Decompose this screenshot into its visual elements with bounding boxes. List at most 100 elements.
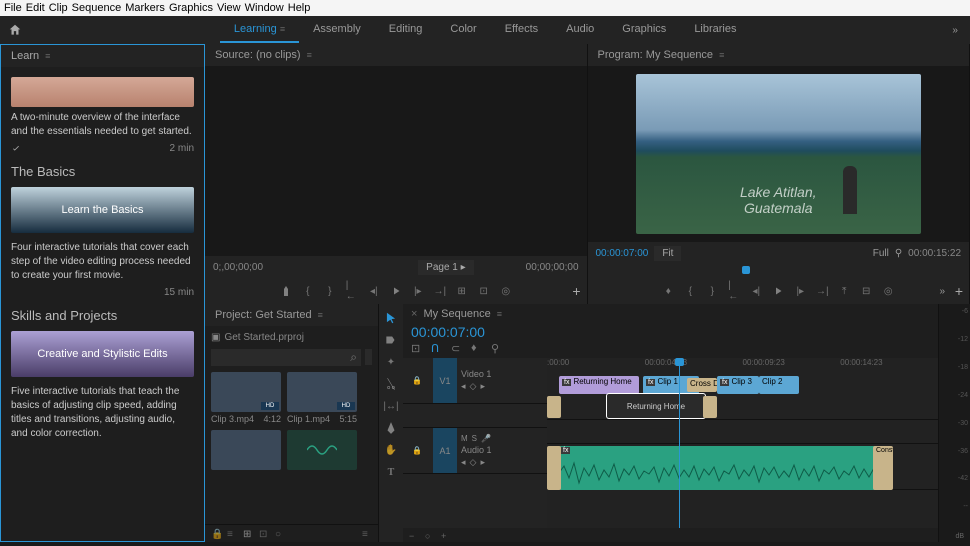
timeline-timecode[interactable]: 00:00:07:00 (403, 324, 938, 340)
nest-icon[interactable]: ⊡ (411, 342, 425, 356)
panel-menu-icon[interactable]: ≡ (497, 309, 502, 319)
menu-clip[interactable]: Clip (49, 2, 68, 14)
skills-card[interactable]: Creative and Stylistic Edits (11, 331, 194, 377)
menu-sequence[interactable]: Sequence (72, 2, 122, 14)
clip-thumbnail[interactable]: Returning Home (607, 394, 705, 418)
list-view-icon[interactable]: ≡ (227, 529, 237, 539)
a1-source[interactable]: A1 (433, 428, 457, 473)
prev-keyframe-icon[interactable]: ◂ (461, 381, 466, 392)
workspace-libraries[interactable]: Libraries (680, 17, 750, 43)
timeline-tracks[interactable]: :00:00 00:00:04:23 00:00:09:23 00:00:14:… (547, 358, 938, 528)
transition-cross[interactable]: Cross D (687, 378, 717, 392)
menubar[interactable]: File Edit Clip Sequence Markers Graphics… (0, 0, 970, 16)
zoom-in-icon[interactable]: + (441, 531, 449, 539)
learn-tab[interactable]: Learn ≡ (1, 45, 204, 67)
add-marker-icon[interactable]: ♦ (662, 285, 674, 297)
source-tab[interactable]: Source: (no clips) ≡ (205, 44, 587, 66)
overwrite-icon[interactable]: ⊡ (478, 285, 490, 297)
settings-icon[interactable]: ⚲ (491, 342, 505, 356)
source-tc-left[interactable]: 0;,00;00;00 (213, 262, 263, 273)
snap-icon[interactable]: ᑎ (431, 342, 445, 356)
audio-transition[interactable] (547, 446, 561, 490)
button-editor-icon[interactable]: + (955, 283, 963, 299)
play-icon[interactable] (390, 285, 402, 297)
transition[interactable] (703, 396, 717, 418)
insert-icon[interactable]: ⊞ (456, 285, 468, 297)
lock-track-icon[interactable]: 🔒 (412, 376, 424, 386)
source-page[interactable]: Page 1 ▸ (418, 260, 474, 275)
pen-tool-icon[interactable] (383, 420, 399, 436)
sort-icon[interactable]: ≡ (362, 529, 372, 539)
source-monitor[interactable] (205, 66, 587, 256)
menu-window[interactable]: Window (245, 2, 284, 14)
close-icon[interactable]: × (411, 308, 417, 320)
workspace-learning[interactable]: Learning ≡ (220, 17, 299, 43)
ripple-edit-tool-icon[interactable]: ✦ (383, 354, 399, 370)
workspace-audio[interactable]: Audio (552, 17, 608, 43)
program-ruler[interactable] (598, 266, 960, 278)
hand-tool-icon[interactable]: ✋ (383, 442, 399, 458)
icon-view-icon[interactable]: ⊞ (243, 529, 253, 539)
overflow-icon[interactable]: » (939, 286, 945, 297)
zoom-fit[interactable]: Fit (654, 246, 681, 261)
transition[interactable] (547, 396, 561, 418)
clip-3[interactable]: fxClip 3 (717, 376, 759, 394)
program-monitor[interactable]: Lake Atitlan,Guatemala (588, 66, 970, 242)
menu-markers[interactable]: Markers (125, 2, 165, 14)
go-out-icon[interactable]: →| (434, 285, 446, 297)
go-out-icon[interactable]: →| (816, 285, 828, 297)
marker-icon[interactable]: ♦ (471, 342, 485, 356)
audio-meters[interactable]: -6 -12 -18 -24 -30 -36 -42 -- dB (938, 304, 970, 542)
program-playhead[interactable] (742, 266, 750, 274)
overflow-icon[interactable]: » (948, 21, 962, 40)
intro-thumbnail[interactable] (11, 77, 194, 107)
extract-icon[interactable]: ⊟ (860, 285, 872, 297)
search-bin-icon[interactable] (365, 349, 372, 365)
settings-icon[interactable]: ⚲ (895, 248, 902, 259)
zoom-out-icon[interactable]: − (409, 531, 417, 539)
step-fwd-icon[interactable]: |▸ (412, 285, 424, 297)
workspace-editing[interactable]: Editing (375, 17, 437, 43)
step-fwd-icon[interactable]: |▸ (794, 285, 806, 297)
panel-menu-icon[interactable]: ≡ (318, 310, 323, 320)
zoom-slider[interactable]: ○ (275, 529, 285, 539)
timeline-ruler[interactable]: :00:00 00:00:04:23 00:00:09:23 00:00:14:… (547, 358, 938, 374)
video-track[interactable]: fxReturning Home fxClip 1 Cross D fxClip… (547, 374, 938, 420)
next-keyframe-icon[interactable]: ▸ (480, 381, 485, 392)
go-in-icon[interactable]: |← (346, 285, 358, 297)
menu-edit[interactable]: Edit (26, 2, 45, 14)
workspace-graphics[interactable]: Graphics (608, 17, 680, 43)
bin-item[interactable]: HD Clip 3.mp44:12 (211, 372, 281, 424)
track-select-tool-icon[interactable] (383, 332, 399, 348)
playhead[interactable] (679, 358, 680, 528)
mark-in-icon[interactable]: { (302, 285, 314, 297)
menu-help[interactable]: Help (288, 2, 311, 14)
panel-menu-icon[interactable]: ≡ (719, 50, 724, 60)
play-icon[interactable] (772, 285, 784, 297)
workspace-effects[interactable]: Effects (491, 17, 552, 43)
clip-2[interactable]: Clip 2 (759, 376, 799, 394)
add-marker-icon[interactable] (280, 285, 292, 297)
mark-out-icon[interactable]: } (324, 285, 336, 297)
bin-item[interactable] (211, 430, 281, 470)
bin-item[interactable] (287, 430, 357, 470)
freeform-view-icon[interactable]: ⊡ (259, 529, 269, 539)
zoom-full[interactable]: Full (873, 248, 889, 259)
menu-file[interactable]: File (4, 2, 22, 14)
v1-source[interactable]: V1 (433, 358, 457, 403)
audio-clip[interactable]: fx (559, 446, 877, 490)
export-frame-icon[interactable]: ◎ (882, 285, 894, 297)
selection-tool-icon[interactable] (383, 310, 399, 326)
link-icon[interactable]: ⊂ (451, 342, 465, 356)
program-tc[interactable]: 00:00:07:00 (596, 248, 649, 259)
project-tab[interactable]: Project: Get Started ≡ (205, 304, 378, 326)
mute-button[interactable]: M (461, 434, 468, 443)
menu-view[interactable]: View (217, 2, 241, 14)
solo-button[interactable]: S (472, 434, 477, 443)
lock-icon[interactable]: 🔒 (211, 529, 221, 539)
basics-card[interactable]: Learn the Basics (11, 187, 194, 233)
voiceover-icon[interactable]: 🎤 (481, 434, 491, 443)
source-tc-right[interactable]: 00;00;00;00 (526, 262, 579, 273)
audio-track[interactable]: fx Const (547, 444, 938, 490)
bin-item[interactable]: HD Clip 1.mp45:15 (287, 372, 357, 424)
